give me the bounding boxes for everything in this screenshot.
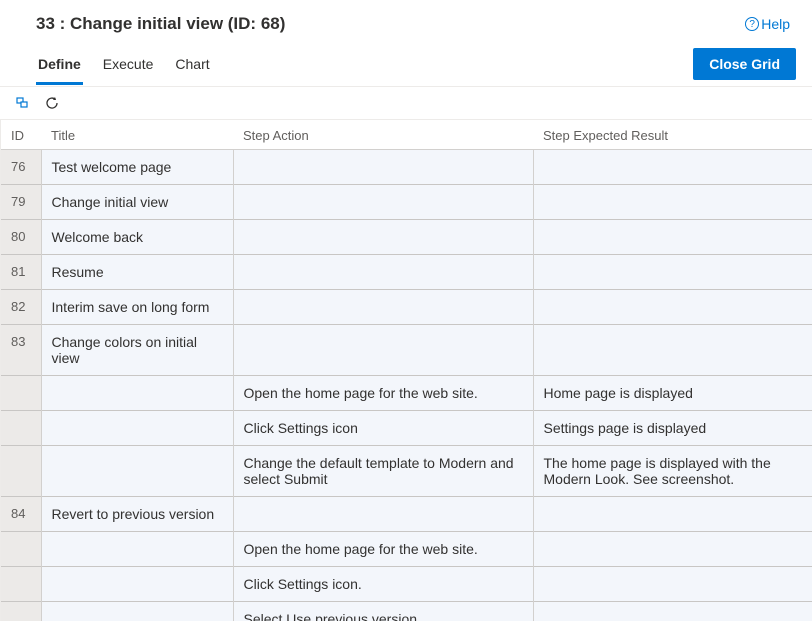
table-row[interactable]: Select Use previous version [1,602,812,621]
table-row[interactable]: Open the home page for the web site. [1,532,812,567]
cell-id[interactable]: 83 [1,325,41,376]
cell-id[interactable] [1,567,41,602]
table-row[interactable]: Click Settings icon. [1,567,812,602]
cell-title[interactable] [41,446,233,497]
page-title: 33 : Change initial view (ID: 68) [36,14,788,34]
cell-action[interactable]: Select Use previous version [233,602,533,621]
cell-id[interactable] [1,532,41,567]
tab-execute[interactable]: Execute [101,50,156,85]
cell-title[interactable]: Revert to previous version [41,497,233,532]
cell-title[interactable] [41,532,233,567]
close-grid-button[interactable]: Close Grid [693,48,796,80]
table-row[interactable]: 81Resume [1,255,812,290]
cell-id[interactable] [1,376,41,411]
cell-id[interactable]: 81 [1,255,41,290]
cell-title[interactable]: Welcome back [41,220,233,255]
table-row[interactable]: 76Test welcome page [1,150,812,185]
help-label: Help [761,16,790,32]
test-grid: ID Title Step Action Step Expected Resul… [1,120,812,621]
cell-expected[interactable] [533,150,812,185]
table-row[interactable]: 79Change initial view [1,185,812,220]
cell-expected[interactable] [533,602,812,621]
cell-action[interactable] [233,185,533,220]
table-row[interactable]: 82Interim save on long form [1,290,812,325]
cell-expected[interactable] [533,220,812,255]
cell-expected[interactable] [533,532,812,567]
table-row[interactable]: 84Revert to previous version [1,497,812,532]
cell-title[interactable]: Interim save on long form [41,290,233,325]
cell-expected[interactable] [533,567,812,602]
cell-expected[interactable] [533,497,812,532]
cell-expected[interactable]: The home page is displayed with the Mode… [533,446,812,497]
col-header-expected[interactable]: Step Expected Result [533,120,812,150]
cell-expected[interactable] [533,255,812,290]
cell-expected[interactable] [533,290,812,325]
table-row[interactable]: 83Change colors on initial view [1,325,812,376]
tab-chart[interactable]: Chart [173,50,211,85]
help-link[interactable]: ? Help [745,16,790,32]
cell-expected[interactable] [533,325,812,376]
cell-action[interactable]: Open the home page for the web site. [233,376,533,411]
cell-id[interactable]: 79 [1,185,41,220]
cell-action[interactable]: Open the home page for the web site. [233,532,533,567]
cell-action[interactable] [233,255,533,290]
cell-action[interactable] [233,220,533,255]
cell-title[interactable] [41,376,233,411]
cell-id[interactable]: 84 [1,497,41,532]
tabs: Define Execute Chart [36,50,212,84]
col-header-title[interactable]: Title [41,120,233,150]
cell-expected[interactable] [533,185,812,220]
cell-action[interactable]: Click Settings icon [233,411,533,446]
cell-action[interactable] [233,497,533,532]
cell-expected[interactable]: Settings page is displayed [533,411,812,446]
cell-title[interactable]: Resume [41,255,233,290]
cell-id[interactable] [1,602,41,621]
cell-id[interactable] [1,411,41,446]
cell-title[interactable]: Change initial view [41,185,233,220]
table-row[interactable]: Click Settings iconSettings page is disp… [1,411,812,446]
cell-action[interactable] [233,150,533,185]
cell-action[interactable] [233,325,533,376]
cell-id[interactable]: 82 [1,290,41,325]
cell-id[interactable] [1,446,41,497]
cell-id[interactable]: 80 [1,220,41,255]
refresh-icon[interactable] [44,95,60,111]
col-header-id[interactable]: ID [1,120,41,150]
cell-action[interactable] [233,290,533,325]
cell-title[interactable] [41,602,233,621]
cell-expected[interactable]: Home page is displayed [533,376,812,411]
table-row[interactable]: Open the home page for the web site.Home… [1,376,812,411]
help-icon: ? [745,17,759,31]
cell-action[interactable]: Change the default template to Modern an… [233,446,533,497]
cell-id[interactable]: 76 [1,150,41,185]
cell-title[interactable]: Test welcome page [41,150,233,185]
table-row[interactable]: Change the default template to Modern an… [1,446,812,497]
cell-title[interactable] [41,567,233,602]
collapse-icon[interactable] [16,95,32,111]
cell-title[interactable] [41,411,233,446]
table-row[interactable]: 80Welcome back [1,220,812,255]
cell-action[interactable]: Click Settings icon. [233,567,533,602]
cell-title[interactable]: Change colors on initial view [41,325,233,376]
tab-define[interactable]: Define [36,50,83,85]
col-header-action[interactable]: Step Action [233,120,533,150]
